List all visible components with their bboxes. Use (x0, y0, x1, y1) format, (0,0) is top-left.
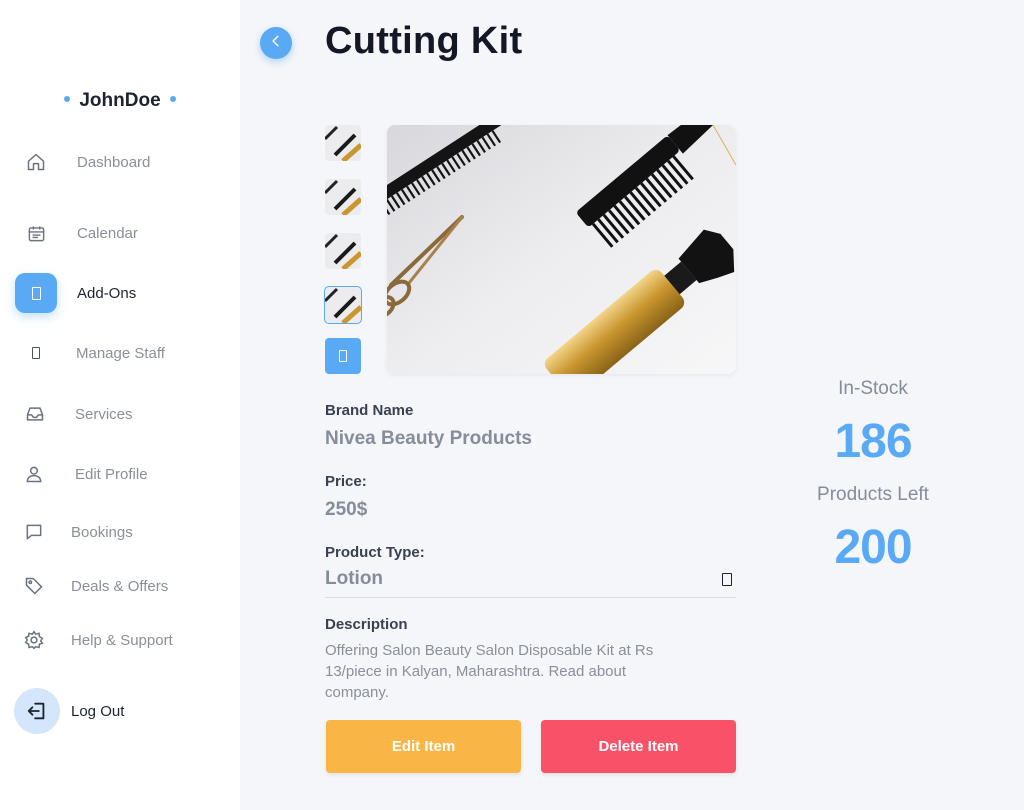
home-icon (24, 150, 48, 174)
staff-icon (24, 341, 48, 365)
user-name-text: JohnDoe (79, 90, 161, 111)
user-icon (22, 462, 46, 486)
add-ons-icon (15, 273, 57, 313)
delete-item-button[interactable]: Delete Item (541, 720, 736, 773)
user-name: JohnDoe (0, 90, 240, 112)
dot-left (64, 95, 71, 102)
description-label: Description (325, 616, 408, 633)
gear-icon (22, 628, 46, 652)
sidebar-item-services[interactable]: Services (0, 394, 240, 434)
brand-value: Nivea Beauty Products (325, 428, 532, 449)
product-thumbnail-1[interactable] (325, 125, 361, 161)
sidebar-item-label: Help & Support (71, 631, 173, 649)
product-thumbnail-4[interactable] (324, 286, 362, 324)
product-thumbnail-3[interactable] (325, 233, 361, 269)
products-left-value: 200 (834, 521, 912, 574)
sidebar-item-edit-profile[interactable]: Edit Profile (0, 454, 240, 494)
product-type-select[interactable]: Lotion (325, 566, 736, 598)
sidebar: JohnDoe Dashboard Calendar Add-Ons Manag… (0, 0, 240, 810)
inbox-icon (23, 402, 47, 426)
sidebar-item-label: Bookings (71, 523, 133, 541)
tag-icon (22, 574, 46, 598)
sidebar-item-label: Manage Staff (76, 344, 165, 362)
sidebar-item-bookings[interactable]: Bookings (0, 512, 240, 552)
product-main-image (387, 125, 736, 374)
logout-button[interactable]: Log Out (0, 688, 240, 734)
price-value: 250$ (325, 499, 368, 520)
product-thumbnail-2[interactable] (325, 179, 361, 215)
back-button[interactable] (260, 27, 292, 59)
description-text: Offering Salon Beauty Salon Disposable K… (325, 642, 654, 701)
sidebar-item-label: Edit Profile (75, 465, 148, 483)
edit-item-button[interactable]: Edit Item (326, 720, 521, 773)
sidebar-item-label: Deals & Offers (71, 577, 169, 595)
dropdown-icon (722, 573, 732, 586)
sidebar-item-label: Dashboard (77, 153, 151, 171)
product-type-label: Product Type: (325, 544, 425, 561)
add-image-button[interactable] (325, 338, 361, 374)
sidebar-item-add-ons[interactable]: Add-Ons (0, 273, 240, 313)
add-image-icon (339, 350, 347, 362)
sidebar-item-help[interactable]: Help & Support (0, 620, 240, 660)
chat-icon (22, 520, 46, 544)
in-stock-value: 186 (834, 415, 912, 468)
logout-label: Log Out (71, 702, 125, 720)
chevron-left-icon (269, 34, 283, 53)
dot-right (169, 95, 176, 102)
logout-icon (14, 688, 60, 734)
price-label: Price: (325, 473, 367, 490)
sidebar-item-label: Services (75, 405, 133, 423)
in-stock-label: In-Stock (838, 378, 908, 399)
sidebar-item-dashboard[interactable]: Dashboard (0, 142, 240, 182)
calendar-icon (24, 221, 48, 245)
sidebar-item-label: Add-Ons (77, 284, 137, 302)
sidebar-item-deals[interactable]: Deals & Offers (0, 566, 240, 606)
sidebar-item-label: Calendar (77, 224, 138, 242)
page-title: Cutting Kit (325, 20, 523, 62)
products-left-label: Products Left (817, 484, 929, 505)
sidebar-item-calendar[interactable]: Calendar (0, 213, 240, 253)
product-type-value: Lotion (325, 568, 384, 589)
sidebar-item-manage-staff[interactable]: Manage Staff (0, 333, 240, 373)
brand-label: Brand Name (325, 402, 414, 419)
